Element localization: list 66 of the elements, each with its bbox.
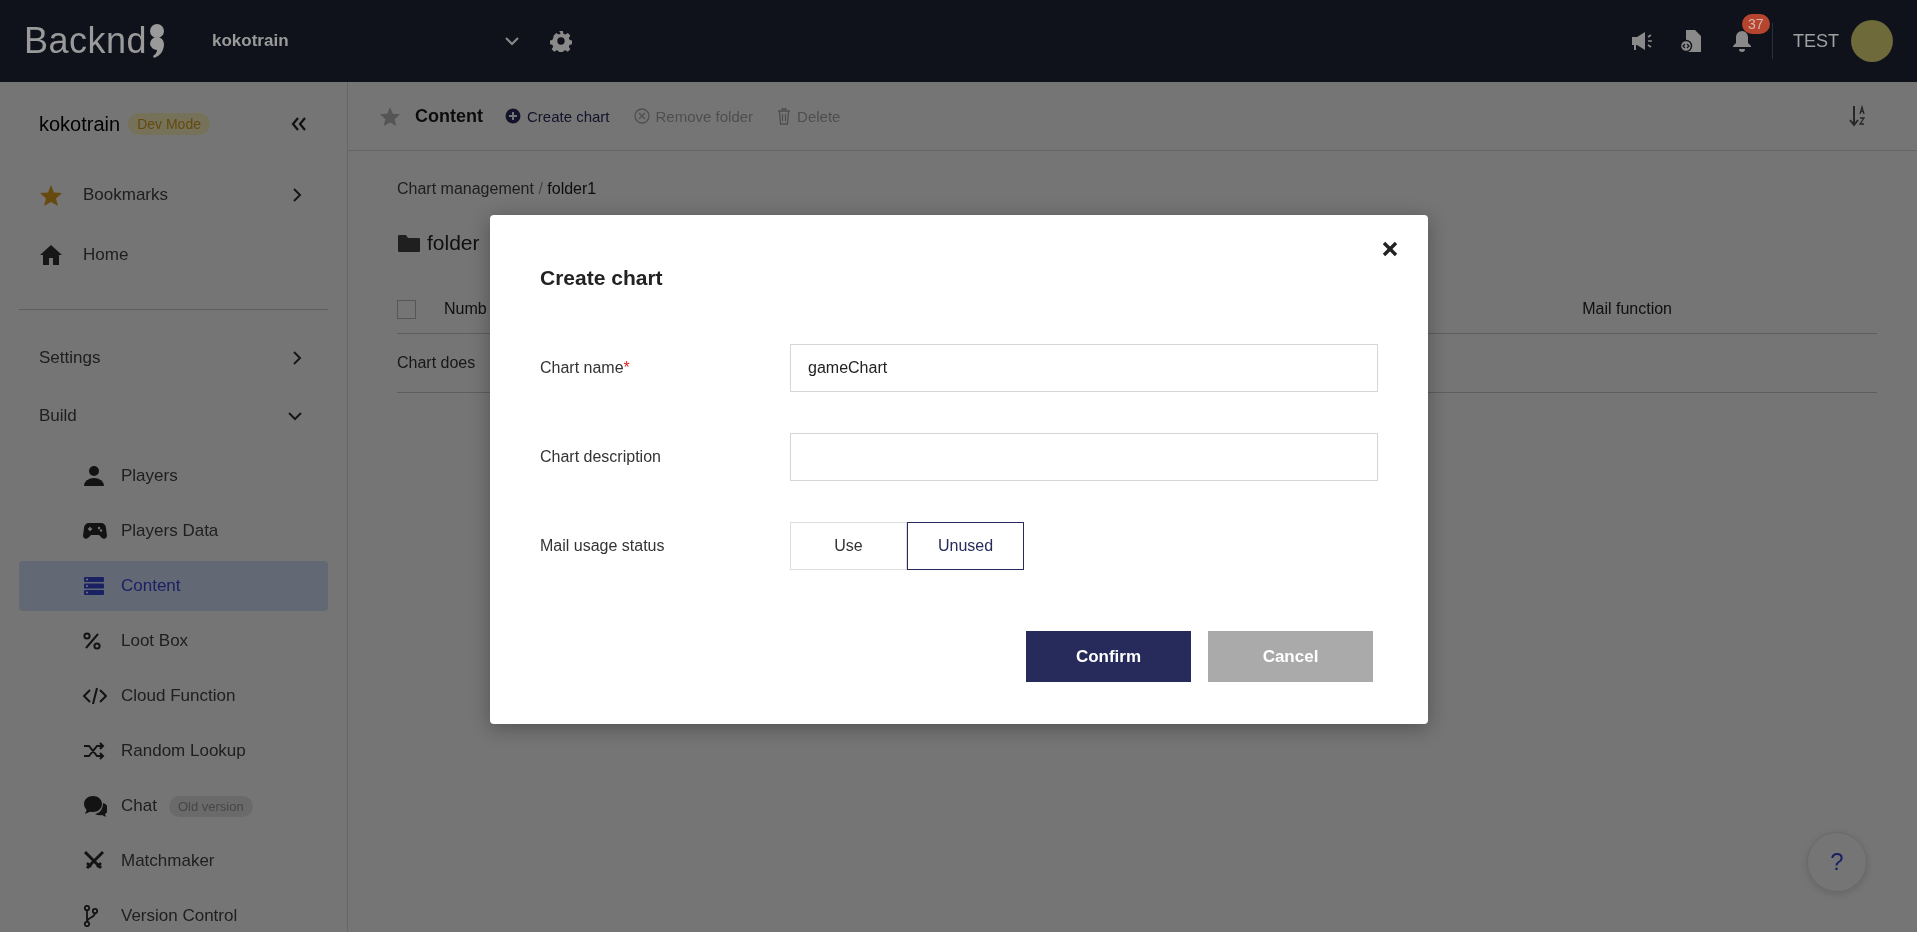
star-icon — [39, 183, 63, 207]
bell-icon[interactable] — [1732, 30, 1752, 52]
chevron-down-icon — [288, 411, 302, 421]
swords-icon — [83, 850, 105, 872]
x-circle-icon — [633, 108, 650, 124]
project-select[interactable]: kokotrain — [212, 31, 520, 51]
help-button[interactable]: ? — [1807, 832, 1867, 892]
megaphone-icon[interactable] — [1630, 30, 1654, 52]
sidebar-section[interactable]: Build — [19, 387, 328, 445]
input-field[interactable] — [790, 433, 1378, 481]
folder-icon — [397, 233, 421, 253]
sidebar-item[interactable]: Matchmaker — [19, 836, 328, 886]
chat-icon — [83, 795, 107, 817]
sidebar-item[interactable]: Players — [19, 451, 328, 501]
star-icon[interactable] — [379, 105, 401, 127]
breadcrumb: Chart management / folder1 — [397, 180, 598, 198]
gamepad-icon — [83, 522, 107, 540]
chevron-down-icon — [504, 36, 520, 46]
code-icon — [83, 687, 107, 705]
sidebar-item[interactable]: Random Lookup — [19, 726, 328, 776]
toolbar-action[interactable]: Create chart — [505, 107, 610, 125]
sidebar-item[interactable]: Content — [19, 561, 328, 611]
close-icon — [1382, 241, 1398, 257]
list-icon — [83, 576, 105, 596]
logo-mark-icon — [149, 23, 166, 59]
trash-icon — [777, 107, 792, 125]
mode-badge: Dev Mode — [128, 113, 210, 135]
branch-icon — [83, 905, 99, 927]
sidebar-section[interactable]: Settings — [19, 329, 328, 387]
project-name: kokotrain — [39, 112, 121, 136]
sidebar-item[interactable]: Version Control — [19, 891, 328, 932]
chevron-right-icon — [292, 351, 302, 365]
sidebar-item[interactable]: Home — [19, 225, 328, 285]
sidebar-item[interactable]: Players Data — [19, 506, 328, 556]
input-field[interactable]: gameChart — [790, 344, 1378, 392]
notification-count-badge: 37 — [1742, 14, 1770, 34]
sidebar-item[interactable]: Loot Box — [19, 616, 328, 666]
sidebar-item[interactable]: Bookmarks — [19, 165, 328, 225]
field-label: Chart description — [540, 448, 662, 466]
home-icon — [39, 244, 63, 266]
sort-icon[interactable] — [1849, 105, 1867, 127]
dialog-title: Create chart — [540, 265, 664, 291]
user-name[interactable]: TEST — [1793, 30, 1839, 52]
field-label: Chart name* — [540, 359, 631, 377]
folder-title: folder — [427, 231, 480, 255]
percent-icon — [83, 632, 101, 650]
person-icon — [83, 465, 105, 487]
page-title: Content — [415, 105, 483, 127]
cancel-button[interactable]: Cancel — [1208, 631, 1373, 682]
shuffle-icon — [83, 742, 105, 760]
toggle-option[interactable]: Use — [790, 522, 907, 570]
column-header: Mail function — [1582, 300, 1672, 318]
toggle-option[interactable]: Unused — [907, 522, 1024, 570]
avatar-placeholder[interactable] — [1851, 20, 1893, 62]
settings-icon[interactable] — [550, 30, 572, 52]
empty-message: Chart does — [397, 354, 476, 372]
select-all-checkbox[interactable] — [397, 299, 416, 319]
collapse-icon[interactable] — [291, 117, 307, 131]
file-code-icon[interactable] — [1680, 29, 1702, 53]
column-header: Numb — [444, 300, 487, 318]
logo-text: Backnd — [24, 20, 148, 62]
confirm-button[interactable]: Confirm — [1026, 631, 1191, 682]
field-label: Mail usage status — [540, 537, 666, 555]
chevron-right-icon — [292, 188, 302, 202]
sidebar-item[interactable]: Cloud Function — [19, 671, 328, 721]
plus-circle-icon — [505, 108, 521, 124]
